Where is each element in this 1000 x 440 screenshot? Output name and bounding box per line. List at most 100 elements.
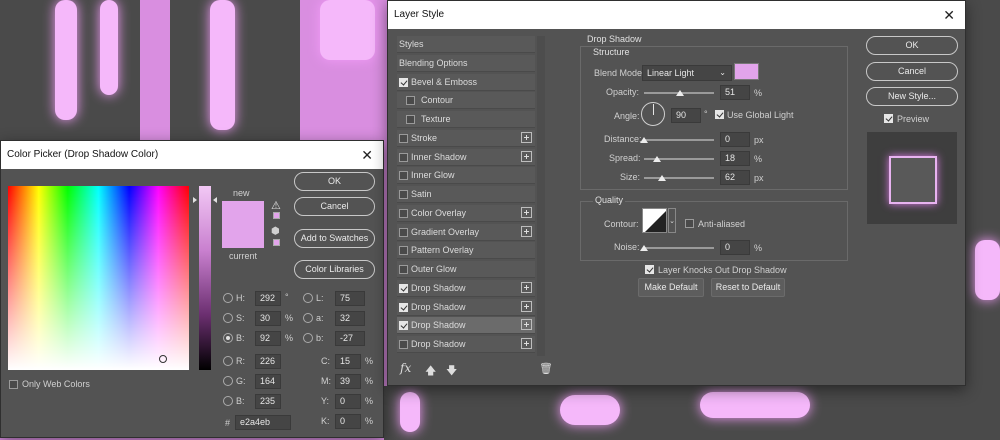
spread-slider-thumb[interactable] [652, 156, 661, 162]
arrow-down-icon[interactable]: 🡇 [446, 362, 457, 381]
green-radio[interactable] [223, 376, 233, 386]
red-field[interactable]: 226 [255, 354, 281, 369]
style-checkbox[interactable] [399, 302, 408, 312]
contour-dropdown-chevron-icon[interactable]: ⌄ [668, 208, 676, 233]
style-checkbox[interactable] [406, 96, 415, 106]
style-checkbox[interactable] [399, 340, 408, 349]
distance-field[interactable]: 0 [720, 132, 750, 147]
lab-b-radio[interactable] [303, 333, 313, 343]
angle-field[interactable]: 90 [671, 108, 701, 123]
close-icon[interactable]: ✕ [943, 1, 955, 29]
blue-field[interactable]: 235 [255, 394, 281, 409]
style-checkbox[interactable] [399, 77, 408, 87]
noise-field[interactable]: 0 [720, 240, 750, 255]
opacity-field[interactable]: 51 [720, 85, 750, 100]
make-default-button[interactable]: Make Default [638, 278, 704, 297]
color-field-marker[interactable] [159, 355, 167, 363]
web-safe-swatch[interactable] [273, 239, 280, 246]
new-style-button[interactable]: New Style... [866, 87, 958, 106]
trash-icon[interactable]: 🗑 [539, 362, 553, 375]
style-row-drop-shadow[interactable]: Drop Shadow [397, 279, 535, 297]
spread-field[interactable]: 18 [720, 151, 750, 166]
anti-aliased-checkbox[interactable] [685, 219, 694, 228]
close-icon[interactable]: ✕ [361, 141, 373, 169]
style-row-bevel-emboss[interactable]: Bevel & Emboss [397, 73, 535, 91]
lab-b-field[interactable]: -27 [335, 331, 365, 346]
lab-a-radio[interactable] [303, 313, 313, 323]
add-effect-plus-icon[interactable] [521, 206, 532, 218]
blue-radio[interactable] [223, 396, 233, 406]
gamut-swatch[interactable] [273, 212, 280, 219]
brightness-field[interactable]: 92 [255, 331, 281, 346]
style-checkbox[interactable] [399, 246, 408, 256]
cancel-button[interactable]: Cancel [866, 62, 958, 81]
arrow-up-icon[interactable]: 🡅 [425, 362, 436, 381]
lab-a-field[interactable]: 32 [335, 311, 365, 326]
noise-slider-thumb[interactable] [640, 245, 648, 251]
style-row-drop-shadow[interactable]: Drop Shadow [397, 336, 535, 353]
size-field[interactable]: 62 [720, 170, 750, 185]
style-row-blending-options[interactable]: Blending Options [397, 54, 535, 72]
style-row-gradient-overlay[interactable]: Gradient Overlay [397, 223, 535, 241]
add-to-swatches-button[interactable]: Add to Swatches [294, 229, 375, 248]
style-checkbox[interactable] [399, 227, 408, 237]
add-effect-plus-icon[interactable] [521, 338, 532, 349]
opacity-slider-thumb[interactable] [675, 90, 684, 96]
preview-checkbox[interactable] [884, 114, 893, 123]
out-of-gamut-warning-icon[interactable]: ⚠ [271, 199, 281, 212]
style-row-texture[interactable]: Texture [397, 111, 535, 128]
only-web-colors-checkbox[interactable] [9, 380, 18, 389]
magenta-field[interactable]: 39 [335, 374, 361, 389]
black-field[interactable]: 0 [335, 414, 361, 429]
style-row-pattern-overlay[interactable]: Pattern Overlay [397, 242, 535, 260]
contour-preview[interactable] [642, 208, 667, 233]
knocks-out-checkbox[interactable] [645, 265, 654, 274]
saturation-radio[interactable] [223, 313, 233, 323]
use-global-light-checkbox[interactable] [715, 110, 724, 119]
layer-style-titlebar[interactable]: Layer Style ✕ [388, 1, 965, 29]
current-color-swatch[interactable] [222, 231, 264, 248]
add-effect-plus-icon[interactable] [521, 225, 532, 237]
hue-slider-left-arrow-icon[interactable] [193, 197, 197, 203]
lab-l-field[interactable]: 75 [335, 291, 365, 306]
style-row-satin[interactable]: Satin [397, 186, 535, 203]
style-checkbox[interactable] [399, 133, 408, 143]
green-field[interactable]: 164 [255, 374, 281, 389]
style-row-drop-shadow[interactable]: Drop Shadow [397, 298, 535, 316]
style-checkbox[interactable] [399, 171, 408, 181]
shadow-color-swatch[interactable] [734, 63, 759, 80]
distance-slider-track[interactable] [644, 139, 714, 141]
hue-slider-right-arrow-icon[interactable] [213, 197, 217, 203]
size-slider-track[interactable] [644, 177, 714, 179]
style-row-contour[interactable]: Contour [397, 92, 535, 110]
web-safe-cube-icon[interactable]: ⬢ [271, 226, 280, 237]
fx-menu-button[interactable]: fx [400, 361, 411, 375]
color-field[interactable] [8, 186, 189, 370]
add-effect-plus-icon[interactable] [521, 300, 532, 312]
hue-slider[interactable] [199, 186, 211, 370]
style-checkbox[interactable] [399, 283, 408, 293]
style-row-drop-shadow[interactable]: Drop Shadow [397, 317, 535, 335]
style-row-stroke[interactable]: Stroke [397, 129, 535, 147]
color-picker-titlebar[interactable]: Color Picker (Drop Shadow Color) ✕ [1, 141, 383, 169]
cancel-button[interactable]: Cancel [294, 197, 375, 216]
add-effect-plus-icon[interactable] [521, 131, 532, 143]
ok-button[interactable]: OK [294, 172, 375, 191]
style-row-inner-glow[interactable]: Inner Glow [397, 167, 535, 185]
blend-mode-select[interactable]: Linear Light ⌄ [642, 65, 732, 81]
yellow-field[interactable]: 0 [335, 394, 361, 409]
style-checkbox[interactable] [399, 321, 408, 331]
style-row-outer-glow[interactable]: Outer Glow [397, 261, 535, 278]
cyan-field[interactable]: 15 [335, 354, 361, 369]
saturation-field[interactable]: 30 [255, 311, 281, 326]
size-slider-thumb[interactable] [657, 175, 666, 181]
hue-field[interactable]: 292 [255, 291, 281, 306]
style-row-styles[interactable]: Styles [397, 36, 535, 53]
red-radio[interactable] [223, 356, 233, 366]
hex-field[interactable]: e2a4eb [235, 415, 291, 430]
style-row-color-overlay[interactable]: Color Overlay [397, 204, 535, 222]
reset-to-default-button[interactable]: Reset to Default [711, 278, 785, 297]
color-libraries-button[interactable]: Color Libraries [294, 260, 375, 279]
styles-scrollbar[interactable] [537, 36, 545, 356]
brightness-radio[interactable] [223, 333, 233, 343]
